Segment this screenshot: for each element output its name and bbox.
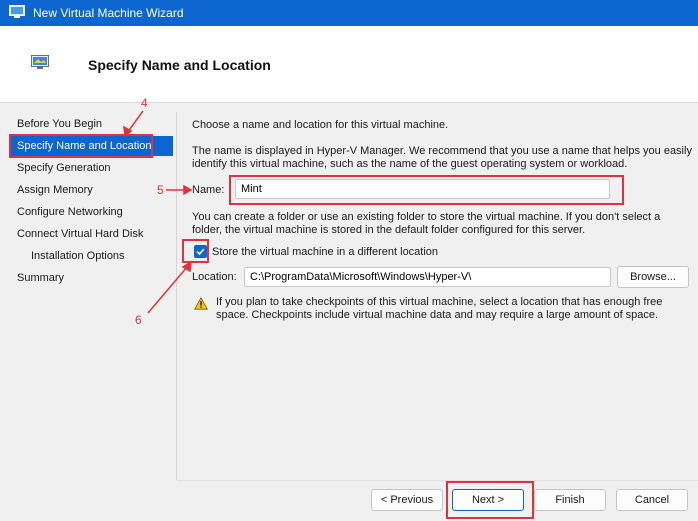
name-label: Name: bbox=[192, 184, 225, 196]
annotation-number-6: 6 bbox=[135, 313, 142, 327]
footer-divider bbox=[177, 480, 698, 481]
name-help-text-line-1: The name is displayed in Hyper-V Manager… bbox=[192, 145, 692, 157]
checkmark-icon bbox=[196, 248, 205, 256]
store-location-checkbox-label[interactable]: Store the virtual machine in a different… bbox=[212, 246, 438, 259]
page-title: Specify Name and Location bbox=[88, 57, 271, 73]
location-label: Location: bbox=[192, 271, 237, 283]
nav-item-specify-name-and-location[interactable]: Specify Name and Location bbox=[9, 136, 173, 156]
nav-item-summary[interactable]: Summary bbox=[9, 268, 173, 288]
nav-item-before-you-begin[interactable]: Before You Begin bbox=[9, 114, 173, 134]
nav-item-configure-networking[interactable]: Configure Networking bbox=[9, 202, 173, 222]
window-title: New Virtual Machine Wizard bbox=[33, 6, 184, 20]
folder-help-text-line-2: folder, the virtual machine is stored in… bbox=[192, 224, 586, 236]
nav-item-assign-memory[interactable]: Assign Memory bbox=[9, 180, 173, 200]
browse-button[interactable]: Browse... bbox=[617, 266, 689, 288]
nav-item-connect-virtual-hard-disk[interactable]: Connect Virtual Hard Disk bbox=[9, 224, 173, 244]
virtual-machine-icon bbox=[31, 55, 49, 69]
folder-help-text-line-1: You can create a folder or use an existi… bbox=[192, 211, 661, 223]
warning-icon bbox=[194, 297, 208, 310]
nav-item-specify-generation[interactable]: Specify Generation bbox=[9, 158, 173, 178]
nav-item-installation-options[interactable]: Installation Options bbox=[9, 246, 173, 266]
location-input[interactable]: C:\ProgramData\Microsoft\Windows\Hyper-V… bbox=[244, 267, 611, 287]
annotation-arrowhead-5 bbox=[183, 184, 193, 196]
previous-button[interactable]: < Previous bbox=[371, 489, 443, 511]
cancel-button[interactable]: Cancel bbox=[616, 489, 688, 511]
title-bar: New Virtual Machine Wizard bbox=[0, 0, 698, 26]
wizard-steps-nav: Before You Begin Specify Name and Locati… bbox=[9, 112, 175, 480]
nav-divider bbox=[176, 112, 177, 480]
next-button[interactable]: Next > bbox=[452, 489, 524, 511]
finish-button[interactable]: Finish bbox=[534, 489, 606, 511]
warning-text-line-2: space. Checkpoints include virtual machi… bbox=[216, 309, 659, 321]
annotation-arrowhead-6 bbox=[181, 260, 192, 273]
wizard-header: Specify Name and Location bbox=[0, 26, 698, 103]
store-location-checkbox[interactable] bbox=[194, 245, 207, 258]
annotation-number-5: 5 bbox=[157, 183, 164, 197]
warning-text-line-1: If you plan to take checkpoints of this … bbox=[216, 296, 663, 308]
intro-text: Choose a name and location for this virt… bbox=[192, 119, 449, 131]
name-help-text-line-2: identify this virtual machine, such as t… bbox=[192, 158, 628, 170]
annotation-number-4: 4 bbox=[141, 96, 148, 110]
name-input[interactable]: Mint bbox=[235, 179, 610, 199]
hyper-v-icon bbox=[9, 5, 25, 18]
